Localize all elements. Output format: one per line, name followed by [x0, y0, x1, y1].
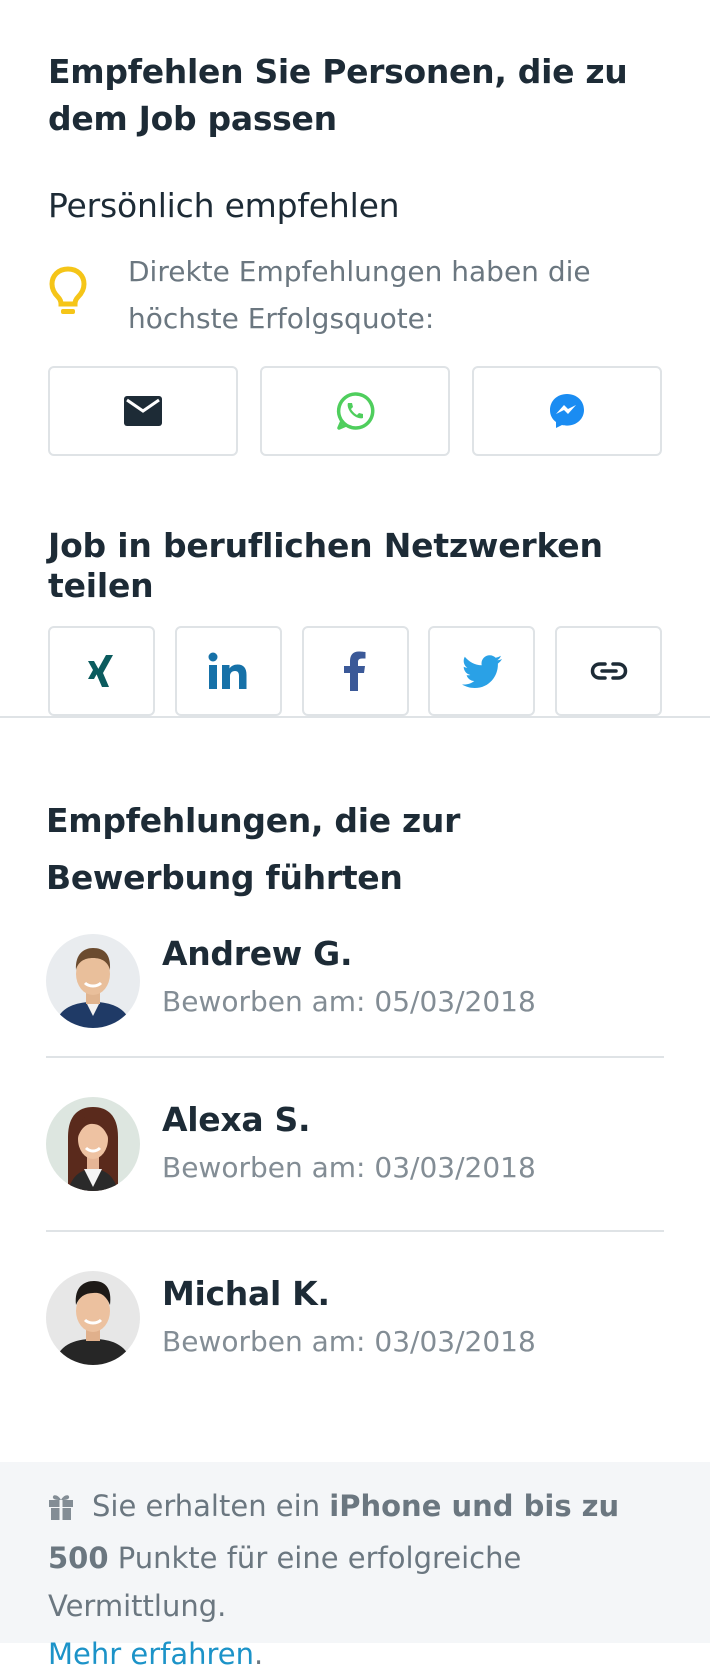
referrals-title: Empfehlungen, die zur Bewerbung führten	[46, 801, 461, 897]
network-share-title: Job in beruflichen Netzwerken teilen	[48, 526, 603, 605]
email-share-button[interactable]	[48, 366, 238, 456]
reward-text-start: Sie erhalten ein	[92, 1489, 330, 1523]
reward-text-end: Punkte für eine erfolgreiche Vermittlung…	[48, 1541, 522, 1623]
gift-icon	[48, 1486, 74, 1534]
referral-item[interactable]: Andrew G. Beworben am: 05/03/2018	[46, 908, 664, 1056]
tip-text: Direkte Empfehlungen haben die höchste E…	[128, 255, 591, 335]
reward-footer: Sie erhalten ein iPhone und bis zu 500 P…	[0, 1462, 710, 1671]
referrals-section: Empfehlungen, die zur Bewerbung führten …	[0, 718, 710, 1404]
referral-name: Michal K.	[162, 1274, 330, 1313]
recommend-section: Empfehlen Sie Personen, die zu dem Job p…	[0, 0, 710, 716]
tip-row: Direkte Empfehlungen haben die höchste E…	[48, 254, 662, 342]
messenger-share-button[interactable]	[472, 366, 662, 456]
messenger-icon	[550, 394, 584, 428]
referral-info: Alexa S. Beworben am: 03/03/2018	[162, 1100, 536, 1188]
avatar	[46, 1271, 140, 1365]
facebook-share-button[interactable]	[301, 626, 409, 716]
referral-date: Beworben am: 03/03/2018	[162, 1151, 536, 1184]
whatsapp-icon	[336, 392, 375, 430]
referral-name: Alexa S.	[162, 1100, 311, 1139]
linkedin-share-button[interactable]	[174, 626, 282, 716]
learn-more-link[interactable]: Mehr erfahren	[48, 1637, 254, 1671]
twitter-share-button[interactable]	[428, 626, 536, 716]
twitter-icon	[461, 654, 502, 688]
personal-share-buttons	[48, 366, 662, 456]
personal-recommend-title: Persönlich empfehlen	[48, 186, 400, 225]
referral-item[interactable]: Michal K. Beworben am: 03/03/2018	[46, 1232, 664, 1404]
referral-info: Andrew G. Beworben am: 05/03/2018	[162, 934, 536, 1022]
copy-link-button[interactable]	[555, 626, 662, 716]
referral-date: Beworben am: 05/03/2018	[162, 985, 536, 1018]
referral-info: Michal K. Beworben am: 03/03/2018	[162, 1274, 536, 1362]
avatar	[46, 1097, 140, 1191]
linkedin-icon	[208, 652, 247, 689]
link-icon	[590, 662, 627, 680]
xing-icon	[87, 655, 113, 687]
referral-date: Beworben am: 03/03/2018	[162, 1325, 536, 1358]
xing-share-button[interactable]	[48, 626, 155, 716]
link-suffix: .	[254, 1637, 264, 1671]
network-share-buttons	[48, 626, 662, 716]
whatsapp-share-button[interactable]	[260, 366, 450, 456]
page-title: Empfehlen Sie Personen, die zu dem Job p…	[48, 52, 628, 138]
envelope-icon	[124, 396, 162, 426]
facebook-icon	[344, 651, 366, 691]
lightbulb-icon	[48, 254, 128, 322]
avatar	[46, 934, 140, 1028]
referral-item[interactable]: Alexa S. Beworben am: 03/03/2018	[46, 1058, 664, 1230]
referral-name: Andrew G.	[162, 934, 353, 973]
